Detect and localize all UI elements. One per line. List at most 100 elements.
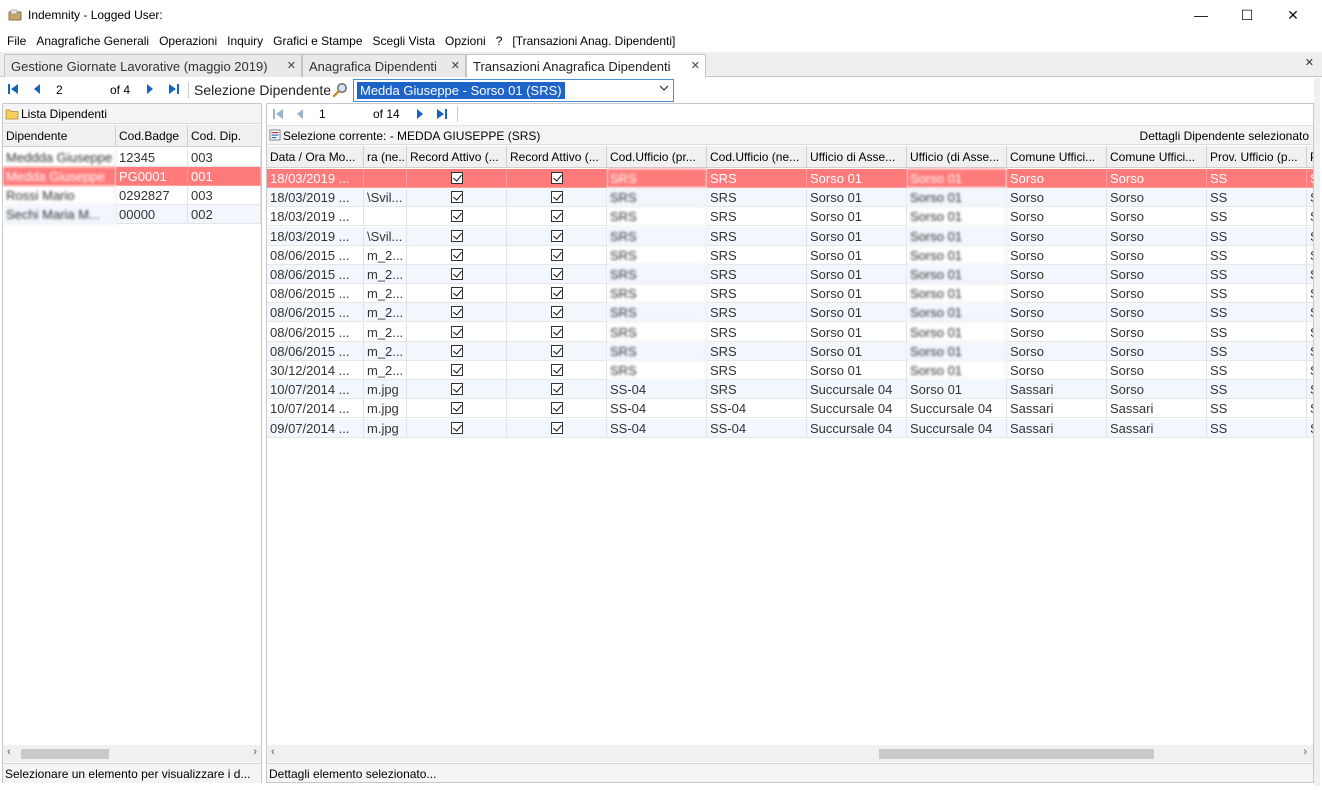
checkbox-checked-icon[interactable] bbox=[450, 287, 463, 300]
dipendente-select[interactable]: Medda Giuseppe - Sorso 01 (SRS) bbox=[353, 79, 674, 102]
cell-record-attivo-pr[interactable] bbox=[407, 169, 507, 188]
cell-record-attivo-ne[interactable] bbox=[507, 361, 607, 380]
checkbox-checked-icon[interactable] bbox=[550, 172, 563, 184]
last-record-icon[interactable] bbox=[167, 82, 181, 96]
cell-record-attivo-pr[interactable] bbox=[407, 418, 507, 438]
transaction-row[interactable]: 18/03/2019 ... SRS SRS Sorso 01 Sorso 01 Sors… bbox=[267, 207, 1313, 227]
cell-record-attivo-ne[interactable] bbox=[507, 245, 607, 265]
checkbox-checked-icon[interactable] bbox=[450, 268, 463, 280]
scroll-right-icon[interactable]: › bbox=[253, 746, 257, 758]
checkbox-checked-icon[interactable] bbox=[550, 268, 563, 280]
previous-record-icon[interactable] bbox=[30, 82, 44, 96]
cell-record-attivo-ne[interactable] bbox=[507, 226, 607, 246]
menu-help[interactable]: ? bbox=[491, 34, 508, 48]
column-header-ufficio-asse-ne[interactable]: Ufficio (di Asse... bbox=[907, 146, 1007, 168]
cell-record-attivo-pr[interactable] bbox=[407, 399, 507, 419]
checkbox-checked-icon[interactable] bbox=[550, 210, 563, 223]
column-header-comune-ufficio-pr[interactable]: Comune Uffici... bbox=[1007, 146, 1107, 168]
maximize-button[interactable]: ☐ bbox=[1224, 0, 1270, 30]
cell-record-attivo-pr[interactable] bbox=[407, 207, 507, 227]
transaction-row[interactable]: 08/06/2015 ... m_2... SRS SRS Sorso 01 Sorso … bbox=[267, 265, 1313, 284]
first-record-icon[interactable] bbox=[6, 82, 20, 96]
transaction-row[interactable]: 10/07/2014 ... m.jpg SS-04 SRS Succursale 04… bbox=[267, 380, 1313, 400]
minimize-button[interactable]: — bbox=[1178, 0, 1224, 30]
next-record-icon[interactable] bbox=[143, 82, 157, 96]
checkbox-checked-icon[interactable] bbox=[550, 306, 563, 319]
transaction-row[interactable]: 08/06/2015 ... m_2... SRS SRS Sorso 01 Sorso … bbox=[267, 303, 1313, 323]
transaction-position-input[interactable] bbox=[317, 105, 365, 123]
checkbox-checked-icon[interactable] bbox=[550, 421, 563, 434]
cell-record-attivo-pr[interactable] bbox=[407, 284, 507, 304]
cell-record-attivo-ne[interactable] bbox=[507, 188, 607, 208]
checkbox-checked-icon[interactable] bbox=[550, 287, 563, 300]
checkbox-checked-icon[interactable] bbox=[450, 402, 463, 415]
cell-record-attivo-pr[interactable] bbox=[407, 361, 507, 380]
menu-current-view[interactable]: [Transazioni Anag. Dipendenti] bbox=[507, 34, 680, 48]
cell-record-attivo-pr[interactable] bbox=[407, 380, 507, 400]
close-all-tabs-icon[interactable]: ✕ bbox=[1305, 56, 1314, 69]
tab-transazioni-anagrafica[interactable]: Transazioni Anagrafica Dipendenti ✕ bbox=[466, 54, 706, 78]
previous-record-icon[interactable] bbox=[293, 107, 307, 121]
scroll-left-icon[interactable]: ‹ bbox=[271, 746, 275, 758]
transaction-row[interactable]: 09/07/2014 ... m.jpg SS-04 SS-04 Succursale … bbox=[267, 418, 1313, 438]
record-position-input[interactable] bbox=[54, 81, 102, 99]
menu-opzioni[interactable]: Opzioni bbox=[440, 34, 491, 48]
search-icon[interactable] bbox=[332, 82, 348, 98]
cell-record-attivo-ne[interactable] bbox=[507, 169, 607, 188]
checkbox-checked-icon[interactable] bbox=[450, 210, 463, 223]
scroll-left-icon[interactable]: ‹ bbox=[7, 746, 11, 758]
transaction-row[interactable]: 10/07/2014 ... m.jpg SS-04 SS-04 Succursale … bbox=[267, 399, 1313, 419]
checkbox-checked-icon[interactable] bbox=[450, 364, 463, 376]
checkbox-checked-icon[interactable] bbox=[450, 421, 463, 434]
transaction-row[interactable]: 18/03/2019 ... SRS SRS Sorso 01 Sorso 01 Sors… bbox=[267, 169, 1313, 188]
checkbox-checked-icon[interactable] bbox=[450, 306, 463, 319]
column-header-cod-dip[interactable]: Cod. Dip. bbox=[188, 125, 261, 147]
employee-row[interactable]: Medda Giuseppe PG0001 001 bbox=[3, 167, 261, 186]
left-horizontal-scrollbar[interactable]: ‹ › bbox=[3, 745, 261, 762]
first-record-icon[interactable] bbox=[271, 107, 285, 121]
cell-record-attivo-pr[interactable] bbox=[407, 322, 507, 342]
column-header-cod-badge[interactable]: Cod.Badge bbox=[116, 125, 188, 147]
menu-grafici-stampe[interactable]: Grafici e Stampe bbox=[268, 34, 367, 48]
cell-record-attivo-ne[interactable] bbox=[507, 207, 607, 227]
cell-record-attivo-ne[interactable] bbox=[507, 399, 607, 419]
cell-record-attivo-ne[interactable] bbox=[507, 380, 607, 400]
checkbox-checked-icon[interactable] bbox=[450, 344, 463, 357]
checkbox-checked-icon[interactable] bbox=[550, 383, 563, 396]
scrollbar-thumb[interactable] bbox=[21, 749, 109, 759]
tab-anagrafica-dipendenti[interactable]: Anagrafica Dipendenti ✕ bbox=[302, 54, 466, 77]
checkbox-checked-icon[interactable] bbox=[450, 383, 463, 396]
tab-gestione-giornate[interactable]: Gestione Giornate Lavorative (maggio 201… bbox=[4, 54, 302, 77]
checkbox-checked-icon[interactable] bbox=[550, 364, 563, 376]
column-header-dipendente[interactable]: Dipendente bbox=[3, 125, 116, 147]
cell-record-attivo-ne[interactable] bbox=[507, 303, 607, 323]
checkbox-checked-icon[interactable] bbox=[550, 248, 563, 261]
checkbox-checked-icon[interactable] bbox=[450, 172, 463, 184]
cell-record-attivo-pr[interactable] bbox=[407, 341, 507, 361]
menu-anagrafiche-generali[interactable]: Anagrafiche Generali bbox=[31, 34, 154, 48]
column-header-ufficio-asse-pr[interactable]: Ufficio di Asse... bbox=[807, 146, 907, 168]
column-header-cod-ufficio-ne[interactable]: Cod.Ufficio (ne... bbox=[707, 146, 807, 168]
employee-row[interactable]: Sechi Maria M... 00000 002 bbox=[3, 205, 261, 224]
checkbox-checked-icon[interactable] bbox=[450, 325, 463, 338]
cell-record-attivo-pr[interactable] bbox=[407, 245, 507, 265]
menu-file[interactable]: File bbox=[2, 34, 31, 48]
checkbox-checked-icon[interactable] bbox=[550, 191, 563, 204]
column-header-prov-ufficio-pr[interactable]: Prov. Ufficio (p... bbox=[1207, 146, 1307, 168]
close-icon[interactable]: ✕ bbox=[691, 59, 700, 72]
transaction-row[interactable]: 18/03/2019 ... \Svil... SRS SRS Sorso 01 Sors… bbox=[267, 188, 1313, 208]
transaction-row[interactable]: 08/06/2015 ... m_2... SRS SRS Sorso 01 Sorso … bbox=[267, 284, 1313, 304]
employee-row[interactable]: Meddda Giuseppe 12345 003 bbox=[3, 148, 261, 167]
cell-record-attivo-ne[interactable] bbox=[507, 418, 607, 438]
transaction-row[interactable]: 18/03/2019 ... \Svil... SRS SRS Sorso 01 Sors… bbox=[267, 226, 1313, 246]
employee-row[interactable]: Rossi Mario 0292827 003 bbox=[3, 186, 261, 205]
cell-record-attivo-pr[interactable] bbox=[407, 303, 507, 323]
checkbox-checked-icon[interactable] bbox=[450, 229, 463, 242]
transaction-row[interactable]: 30/12/2014 ... m_2... SRS SRS Sorso 01 Sorso … bbox=[267, 361, 1313, 380]
menu-operazioni[interactable]: Operazioni bbox=[154, 34, 222, 48]
checkbox-checked-icon[interactable] bbox=[550, 229, 563, 242]
cell-record-attivo-ne[interactable] bbox=[507, 265, 607, 284]
transaction-row[interactable]: 08/06/2015 ... m_2... SRS SRS Sorso 01 Sorso … bbox=[267, 341, 1313, 361]
scroll-right-icon[interactable]: › bbox=[1303, 746, 1307, 758]
scrollbar-thumb[interactable] bbox=[879, 749, 1154, 759]
